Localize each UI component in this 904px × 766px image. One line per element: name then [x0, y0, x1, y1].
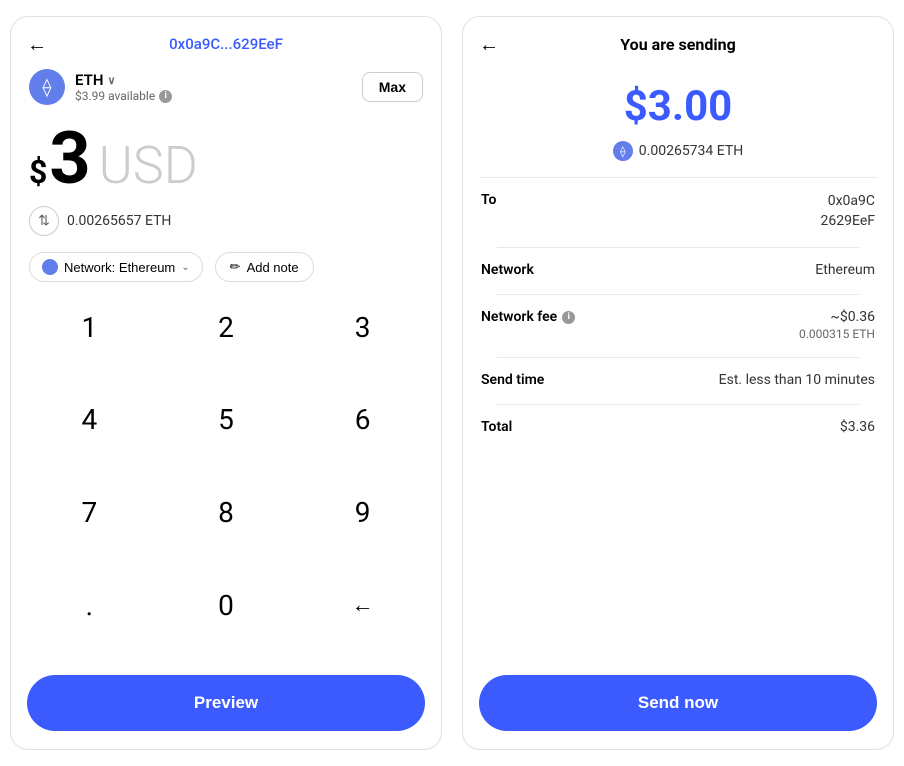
token-name-row[interactable]: ETH ∨ [75, 71, 172, 89]
token-row: ⟠ ETH ∨ $3.99 available i Max [11, 61, 441, 113]
token-name-label: ETH [75, 71, 103, 89]
network-label-confirm: Network [481, 262, 534, 278]
address-link[interactable]: 0x0a9C...629EeF [169, 35, 283, 53]
to-label: To [481, 192, 496, 208]
swap-icon[interactable]: ⇅ [29, 206, 59, 236]
network-value-confirm: Ethereum [815, 262, 875, 278]
amount-number: 3 [49, 123, 90, 195]
sending-eth-text: 0.00265734 ETH [639, 143, 743, 159]
to-address-line1: 0x0a9C [821, 192, 875, 212]
eth-equiv-row: ⇅ 0.00265657 ETH [11, 200, 441, 246]
fee-label: Network fee [481, 309, 557, 325]
confirm-back-button[interactable]: ← [479, 32, 499, 57]
key-5[interactable]: 5 [158, 389, 295, 451]
network-label: Network: Ethereum [64, 260, 175, 275]
divider4 [497, 357, 859, 358]
key-2[interactable]: 2 [158, 296, 295, 358]
token-details: ETH ∨ $3.99 available i [75, 71, 172, 103]
to-address: 0x0a9C 2629EeF [821, 192, 875, 231]
key-0[interactable]: 0 [158, 574, 295, 636]
network-row-confirm: Network Ethereum [481, 262, 875, 278]
key-1[interactable]: 1 [21, 296, 158, 358]
back-button[interactable]: ← [27, 32, 47, 57]
divider3 [497, 294, 859, 295]
balance-info-icon[interactable]: i [159, 90, 172, 103]
preview-button[interactable]: Preview [27, 675, 425, 731]
send-time-label: Send time [481, 372, 544, 388]
fee-value: ~$0.36 [799, 309, 875, 325]
eth-equiv-text: 0.00265657 ETH [67, 213, 171, 229]
key-dot[interactable]: . [21, 574, 158, 636]
divider2 [497, 247, 859, 248]
fee-eth-value: 0.000315 ETH [799, 327, 875, 341]
sending-amount: $3.00 [463, 66, 893, 135]
total-value: $3.36 [840, 419, 875, 435]
token-balance: $3.99 available i [75, 89, 172, 103]
to-address-line2: 2629EeF [821, 212, 875, 232]
total-label: Total [481, 419, 512, 435]
network-icon [42, 259, 58, 275]
confirm-screen: ← You are sending $3.00 ⟠ 0.00265734 ETH… [462, 16, 894, 750]
key-7[interactable]: 7 [21, 482, 158, 544]
send-time-value: Est. less than 10 minutes [719, 372, 875, 388]
spacer [463, 465, 893, 667]
detail-section: To 0x0a9C 2629EeF Network Ethereum Netwo… [463, 178, 893, 465]
key-8[interactable]: 8 [158, 482, 295, 544]
network-selector[interactable]: Network: Ethereum ⌄ [29, 252, 203, 282]
add-note-button[interactable]: ✏ Add note [215, 252, 314, 282]
eth-icon: ⟠ [29, 69, 65, 105]
network-row: Network: Ethereum ⌄ ✏ Add note [11, 246, 441, 296]
total-row: Total $3.36 [481, 419, 875, 435]
amount-display: $ 3 USD [11, 113, 441, 200]
fee-row: Network fee i ~$0.36 0.000315 ETH [481, 309, 875, 341]
fee-value-container: ~$0.36 0.000315 ETH [799, 309, 875, 341]
network-chevron-icon: ⌄ [181, 262, 189, 273]
token-chevron: ∨ [107, 74, 115, 87]
send-time-row: Send time Est. less than 10 minutes [481, 372, 875, 388]
screen2-title: You are sending [620, 35, 735, 54]
add-note-label: Add note [247, 260, 299, 275]
screen1-header: ← 0x0a9C...629EeF [11, 17, 441, 61]
send-now-button[interactable]: Send now [479, 675, 877, 731]
key-6[interactable]: 6 [294, 389, 431, 451]
dollar-sign: $ [29, 153, 47, 191]
screen2-header: ← You are sending [463, 17, 893, 66]
keypad: 1 2 3 4 5 6 7 8 9 . 0 ← [11, 296, 441, 667]
max-button[interactable]: Max [362, 72, 423, 102]
token-info: ⟠ ETH ∨ $3.99 available i [29, 69, 172, 105]
fee-label-container: Network fee i [481, 309, 575, 325]
key-backspace[interactable]: ← [294, 574, 431, 636]
sending-eth-row: ⟠ 0.00265734 ETH [463, 135, 893, 177]
sending-eth-icon: ⟠ [613, 141, 633, 161]
send-screen: ← 0x0a9C...629EeF ⟠ ETH ∨ $3.99 availabl… [10, 16, 442, 750]
amount-currency: USD [99, 135, 198, 196]
key-4[interactable]: 4 [21, 389, 158, 451]
pencil-icon: ✏ [230, 259, 241, 275]
key-9[interactable]: 9 [294, 482, 431, 544]
sending-usd: $3.00 [479, 82, 877, 131]
divider5 [497, 404, 859, 405]
key-3[interactable]: 3 [294, 296, 431, 358]
to-row: To 0x0a9C 2629EeF [481, 192, 875, 231]
fee-info-icon[interactable]: i [562, 311, 575, 324]
